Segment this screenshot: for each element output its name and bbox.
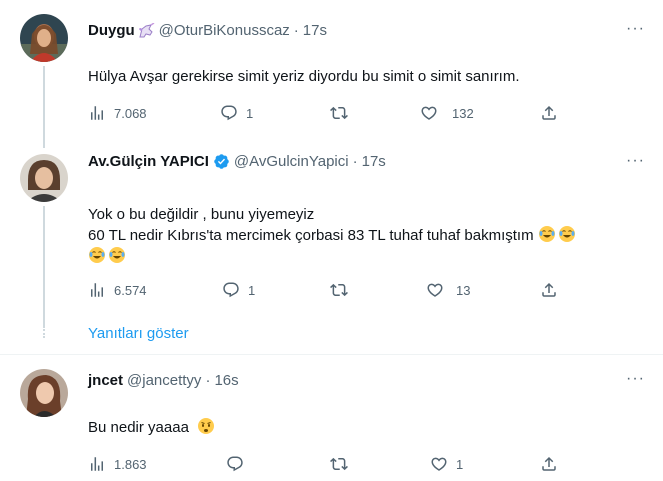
views-icon	[88, 455, 106, 473]
like-count: 132	[452, 105, 474, 121]
retweet-icon	[330, 281, 348, 299]
display-name[interactable]: jncet	[88, 372, 123, 389]
reply-button[interactable]	[226, 455, 244, 473]
thread-line	[43, 206, 45, 326]
tweet-actions: 7.068 1 132	[88, 104, 568, 126]
tweet-text-line: Yok o bu değildir , bunu yiyemeyiz	[88, 206, 315, 223]
retweet-button[interactable]	[330, 104, 348, 122]
tweet-actions: 6.574 1 13	[88, 281, 568, 303]
tweet-text: Hülya Avşar gerekirse simit yeriz diyord…	[88, 68, 520, 85]
timestamp[interactable]: 17s	[362, 153, 386, 170]
thread-dots	[43, 326, 45, 338]
tweet-2[interactable]: Av.Gülçin YAPICI @AvGulcinYapici · 17s ·…	[0, 148, 663, 354]
avatar[interactable]	[20, 14, 68, 62]
user-handle[interactable]: @OturBiKonusscaz	[159, 22, 290, 39]
tears-of-joy-emoji	[88, 246, 106, 264]
separator-dot: ·	[205, 372, 211, 389]
reply-count: 1	[248, 282, 256, 298]
more-options-icon[interactable]: ···	[626, 370, 645, 388]
views-button[interactable]: 1.863	[88, 455, 147, 473]
like-count: 13	[456, 282, 471, 298]
views-button[interactable]: 7.068	[88, 104, 147, 122]
tweet-text: Yok o bu değildir , bunu yiyemeyiz 60 TL…	[88, 204, 578, 267]
separator-dot: ·	[293, 22, 299, 39]
like-count: 1	[456, 456, 464, 472]
worried-face-emoji	[198, 418, 215, 434]
share-button[interactable]	[540, 281, 558, 299]
views-icon	[88, 104, 106, 122]
thread-line	[43, 66, 45, 148]
timestamp[interactable]: 16s	[214, 372, 238, 389]
tweet-1[interactable]: Duygu @OturBiKonusscaz · 17s ··· Hülya A…	[0, 0, 663, 148]
user-handle[interactable]: @jancettyy	[127, 372, 201, 389]
avatar[interactable]	[20, 369, 68, 417]
user-handle[interactable]: @AvGulcinYapici	[234, 153, 349, 170]
avatar[interactable]	[20, 154, 68, 202]
share-icon	[540, 455, 558, 473]
share-button[interactable]	[540, 455, 558, 473]
share-icon	[540, 281, 558, 299]
reply-button[interactable]: 1	[222, 281, 255, 299]
more-options-icon[interactable]: ···	[626, 20, 645, 38]
timestamp[interactable]: 17s	[303, 22, 327, 39]
reply-icon	[226, 455, 244, 473]
tweet-3[interactable]: jncet @jancettyy · 16s ··· Bu nedir yaaa…	[0, 355, 663, 481]
tweet-text-line-with-emoji: 60 TL nedir Kıbrıs'ta mercimek çorbasi 8…	[88, 225, 578, 246]
reply-button[interactable]: 1	[220, 104, 253, 122]
tears-of-joy-emoji	[558, 225, 576, 243]
tweet-header: Duygu @OturBiKonusscaz · 17s	[88, 22, 327, 39]
tears-of-joy-emoji	[108, 246, 126, 264]
more-options-icon[interactable]: ···	[626, 152, 645, 170]
like-icon	[420, 104, 438, 122]
reply-icon	[220, 104, 238, 122]
views-icon	[88, 281, 106, 299]
tears-of-joy-emoji	[538, 225, 556, 243]
separator-dot: ·	[352, 153, 358, 170]
tweet-text: Bu nedir yaaaa	[88, 417, 217, 438]
views-count: 6.574	[114, 282, 147, 298]
unicorn-icon	[138, 22, 155, 37]
like-icon	[430, 455, 448, 473]
retweet-icon	[330, 455, 348, 473]
tweet-text-line: 60 TL nedir Kıbrıs'ta mercimek çorbasi 8…	[88, 227, 534, 244]
like-icon	[426, 281, 444, 299]
views-count: 7.068	[114, 105, 147, 121]
display-name[interactable]: Duygu	[88, 22, 135, 39]
like-button[interactable]: 132	[420, 104, 474, 122]
display-name[interactable]: Av.Gülçin YAPICI	[88, 153, 209, 170]
emoji-line	[88, 246, 578, 267]
reply-count: 1	[246, 105, 254, 121]
reply-icon	[222, 281, 240, 299]
views-count: 1.863	[114, 456, 147, 472]
retweet-button[interactable]	[330, 281, 348, 299]
tweet-header: Av.Gülçin YAPICI @AvGulcinYapici · 17s	[88, 153, 386, 170]
share-button[interactable]	[540, 104, 558, 122]
show-replies-link[interactable]: Yanıtları göster	[88, 325, 189, 342]
verified-badge-icon	[214, 154, 229, 169]
retweet-icon	[330, 104, 348, 122]
tweet-header: jncet @jancettyy · 16s	[88, 372, 239, 389]
like-button[interactable]: 13	[426, 281, 470, 299]
like-button[interactable]: 1	[430, 455, 463, 473]
views-button[interactable]: 6.574	[88, 281, 147, 299]
tweet-text-line: Bu nedir yaaaa	[88, 419, 189, 436]
share-icon	[540, 104, 558, 122]
tweet-actions: 1.863 1	[88, 455, 568, 477]
retweet-button[interactable]	[330, 455, 348, 473]
